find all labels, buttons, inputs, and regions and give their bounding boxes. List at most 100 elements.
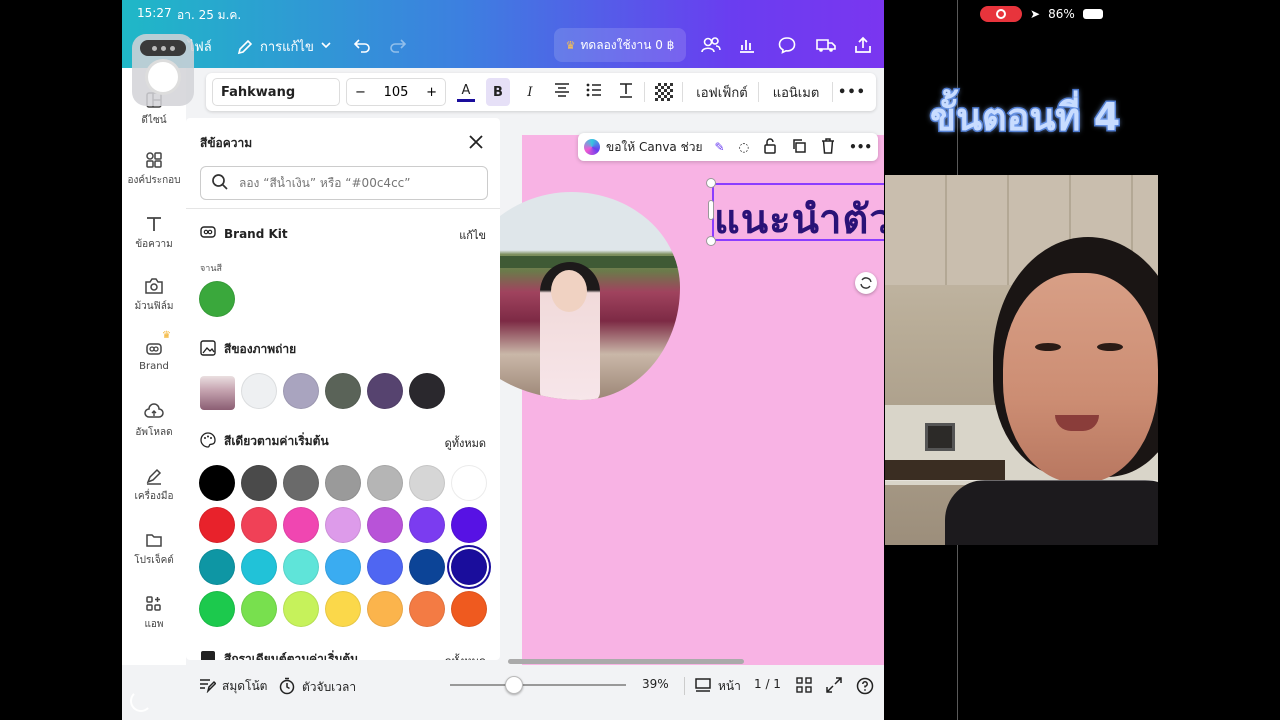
magic-edit-icon[interactable]: ✎ — [715, 140, 725, 154]
default-color-swatch[interactable] — [199, 591, 235, 627]
default-color-swatch[interactable] — [241, 591, 277, 627]
grid-view-button[interactable] — [796, 677, 812, 696]
default-color-swatch[interactable] — [409, 465, 445, 501]
default-color-swatch[interactable] — [409, 549, 445, 585]
default-color-swatch[interactable] — [451, 591, 487, 627]
default-color-swatch[interactable] — [367, 591, 403, 627]
timer-button[interactable]: ตัวจับเวลา — [278, 677, 356, 698]
notes-button[interactable]: สมุดโน้ต — [198, 677, 267, 696]
heading-text[interactable]: แนะนำตัว — [714, 187, 884, 241]
photo-color-swatch[interactable] — [367, 373, 403, 409]
sidebar-item-tools[interactable]: เครื่องมือ — [122, 466, 186, 504]
default-color-swatch[interactable] — [325, 507, 361, 543]
resize-handle[interactable] — [706, 178, 716, 188]
rotate-handle[interactable] — [855, 272, 877, 294]
redo-button[interactable] — [388, 36, 408, 58]
default-color-swatch[interactable] — [451, 549, 487, 585]
list-button[interactable] — [582, 78, 606, 106]
comment-add-icon[interactable]: ◌ — [739, 140, 749, 154]
photo-thumbnail[interactable] — [200, 376, 235, 410]
lock-icon[interactable] — [763, 137, 777, 157]
font-size-stepper[interactable]: − 105 + — [346, 78, 446, 106]
zoom-value[interactable]: 39% — [642, 677, 669, 691]
default-color-swatch[interactable] — [241, 549, 277, 585]
pages-button[interactable]: หน้า — [694, 677, 741, 696]
decrease-size-button[interactable]: − — [355, 85, 366, 100]
effects-button[interactable]: เอฟเฟ็กต์ — [690, 78, 754, 106]
increase-size-button[interactable]: + — [426, 85, 437, 100]
default-color-swatch[interactable] — [199, 549, 235, 585]
sidebar-item-apps[interactable]: แอพ — [122, 594, 186, 632]
more-options-button[interactable]: ••• — [838, 78, 865, 106]
fullscreen-button[interactable] — [826, 677, 842, 696]
default-color-swatch[interactable] — [325, 591, 361, 627]
italic-button[interactable]: I — [518, 78, 542, 106]
trial-button[interactable]: ♛ ทดลองใช้งาน 0 ฿ — [554, 28, 686, 62]
transparency-button[interactable] — [652, 78, 676, 106]
sidebar-item-uploads[interactable]: อัพโหลด — [122, 402, 186, 440]
default-color-swatch[interactable] — [409, 507, 445, 543]
zoom-slider-track[interactable] — [450, 684, 626, 686]
font-family-select[interactable]: Fahkwang — [212, 78, 340, 106]
animate-button[interactable]: แอนิเมต — [764, 78, 828, 106]
color-search-input[interactable] — [239, 176, 469, 190]
photo-color-swatch[interactable] — [283, 373, 319, 409]
share-people-button[interactable] — [700, 36, 722, 58]
stage-manager-control[interactable] — [132, 34, 194, 106]
default-color-swatch[interactable] — [325, 465, 361, 501]
resize-handle[interactable] — [706, 236, 716, 246]
default-color-swatch[interactable] — [241, 507, 277, 543]
page-count[interactable]: 1 / 1 — [754, 677, 781, 691]
photo-color-swatch[interactable] — [409, 373, 445, 409]
spacing-button[interactable] — [614, 78, 638, 106]
side-handle[interactable] — [708, 200, 714, 220]
trash-icon[interactable] — [821, 137, 835, 157]
bold-button[interactable]: B — [486, 78, 510, 106]
horizontal-scrollbar[interactable] — [508, 659, 744, 664]
sidebar-item-elements[interactable]: องค์ประกอบ — [122, 150, 186, 188]
default-color-swatch[interactable] — [367, 465, 403, 501]
font-size-value[interactable]: 105 — [384, 85, 409, 100]
default-colors-see-all[interactable]: ดูทั้งหมด — [445, 434, 486, 452]
brand-color-swatch[interactable] — [199, 281, 235, 317]
default-color-swatch[interactable] — [283, 591, 319, 627]
insights-button[interactable] — [738, 36, 756, 58]
sidebar-item-brand[interactable]: Brand — [122, 338, 186, 372]
color-search[interactable] — [200, 166, 488, 200]
undo-button[interactable] — [352, 36, 372, 58]
default-color-swatch[interactable] — [199, 465, 235, 501]
default-color-swatch[interactable] — [409, 591, 445, 627]
default-color-swatch[interactable] — [367, 549, 403, 585]
sidebar-item-text[interactable]: ข้อความ — [122, 214, 186, 252]
sidebar-label: ดีไซน์ — [141, 115, 167, 126]
default-color-swatch[interactable] — [451, 507, 487, 543]
ask-canva-button[interactable]: ขอให้ Canva ช่วย — [606, 138, 703, 157]
gradient-colors-see-all[interactable]: ดูทั้งหมด — [445, 652, 486, 660]
align-button[interactable] — [550, 78, 574, 106]
default-color-swatch[interactable] — [325, 549, 361, 585]
print-delivery-button[interactable] — [816, 36, 836, 58]
default-color-swatch[interactable] — [283, 507, 319, 543]
sidebar-item-projects[interactable]: โปรเจ็คต์ — [122, 530, 186, 568]
zoom-slider-knob[interactable] — [505, 676, 523, 694]
default-color-swatch[interactable] — [367, 507, 403, 543]
duplicate-icon[interactable] — [791, 138, 807, 157]
brand-kit-header: Brand Kit — [200, 224, 288, 243]
share-button[interactable] — [854, 36, 872, 58]
comment-button[interactable] — [778, 36, 796, 58]
help-button[interactable] — [856, 677, 874, 698]
default-color-swatch[interactable] — [283, 465, 319, 501]
more-icon[interactable]: ••• — [849, 140, 872, 154]
brand-kit-edit-link[interactable]: แก้ไข — [459, 226, 486, 244]
screen-record-indicator — [980, 6, 1022, 22]
close-button[interactable] — [466, 132, 486, 152]
default-color-swatch[interactable] — [241, 465, 277, 501]
sidebar-item-camera-roll[interactable]: ม้วนฟิล์ม — [122, 276, 186, 314]
default-color-swatch[interactable] — [199, 507, 235, 543]
default-color-swatch[interactable] — [283, 549, 319, 585]
text-color-button[interactable]: A — [454, 78, 478, 106]
photo-color-swatch[interactable] — [325, 373, 361, 409]
photo-color-swatch[interactable] — [241, 373, 277, 409]
edit-menu[interactable]: การแก้ไข — [236, 36, 332, 57]
default-color-swatch[interactable] — [451, 465, 487, 501]
